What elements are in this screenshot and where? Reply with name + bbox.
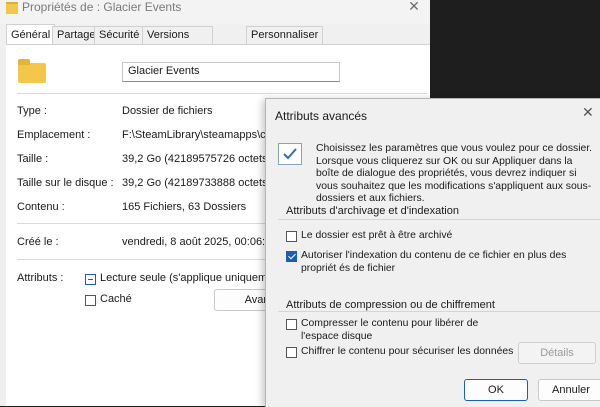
title-bar: Propriétés de : Glacier Events ✕ [0,0,430,24]
folder-icon [18,59,46,83]
type-label: Type : [17,105,47,117]
dialog-description: Choisissez les paramètres que vous voule… [316,143,593,204]
compress-checkbox[interactable] [286,319,297,330]
hidden-label: Caché [100,293,132,305]
folder-icon [6,2,18,14]
readonly-label: Lecture seule (s'applique uniquement a [100,272,292,284]
location-label: Emplacement : [17,129,91,141]
contents-label: Contenu : [17,201,65,213]
close-icon[interactable]: ✕ [404,0,424,16]
size-on-disk-label: Taille sur le disque : [17,177,114,189]
checkmark-icon [278,143,302,165]
contents-value: 165 Fichiers, 63 Dossiers [122,201,247,213]
divider [278,311,600,312]
attributes-label: Attributs : [17,272,64,284]
window-title: Propriétés de : Glacier Events [22,0,182,14]
created-label: Créé le : [17,236,59,248]
compression-group-title: Attributs de compression ou de chiffreme… [286,299,495,311]
index-label: Autoriser l'indexation du contenu de ce … [301,250,567,274]
divider [17,93,427,94]
compress-label: Compresser le contenu pour libérer de l'… [301,318,479,342]
size-on-disk-value: 39,2 Go (42189733888 octets) [122,177,272,189]
advanced-attributes-dialog: Attributs avancés ✕ Choisissez les param… [265,98,600,407]
folder-name-input[interactable]: Glacier Events [122,62,340,82]
tab-general[interactable]: Général [6,24,56,45]
hidden-checkbox[interactable] [85,295,96,306]
details-button[interactable]: Détails [518,342,596,364]
tab-customize[interactable]: Personnaliser [246,26,324,44]
close-icon[interactable]: ✕ [582,104,594,121]
archive-checkbox[interactable] [286,231,297,242]
encrypt-checkbox[interactable] [286,347,297,358]
cancel-button[interactable]: Annuler [538,379,600,401]
archive-group-title: Attributs d'archivage et d'indexation [286,205,459,217]
dialog-title: Attributs avancés [275,109,368,123]
size-value: 39,2 Go (42189575726 octets) [122,153,272,165]
type-value: Dossier de fichiers [122,105,213,117]
ok-button[interactable]: OK [464,379,528,401]
index-checkbox[interactable] [286,251,297,262]
divider [278,219,600,220]
created-value: vendredi, 8 août 2025, 00:06:12 [122,236,278,248]
readonly-checkbox[interactable] [85,274,96,285]
tab-previous-versions[interactable]: Versions précédentes [142,26,213,58]
tab-security[interactable]: Sécurité [94,26,145,44]
size-label: Taille : [17,153,49,165]
archive-label: Le dossier est prêt à être archivé [301,230,453,241]
